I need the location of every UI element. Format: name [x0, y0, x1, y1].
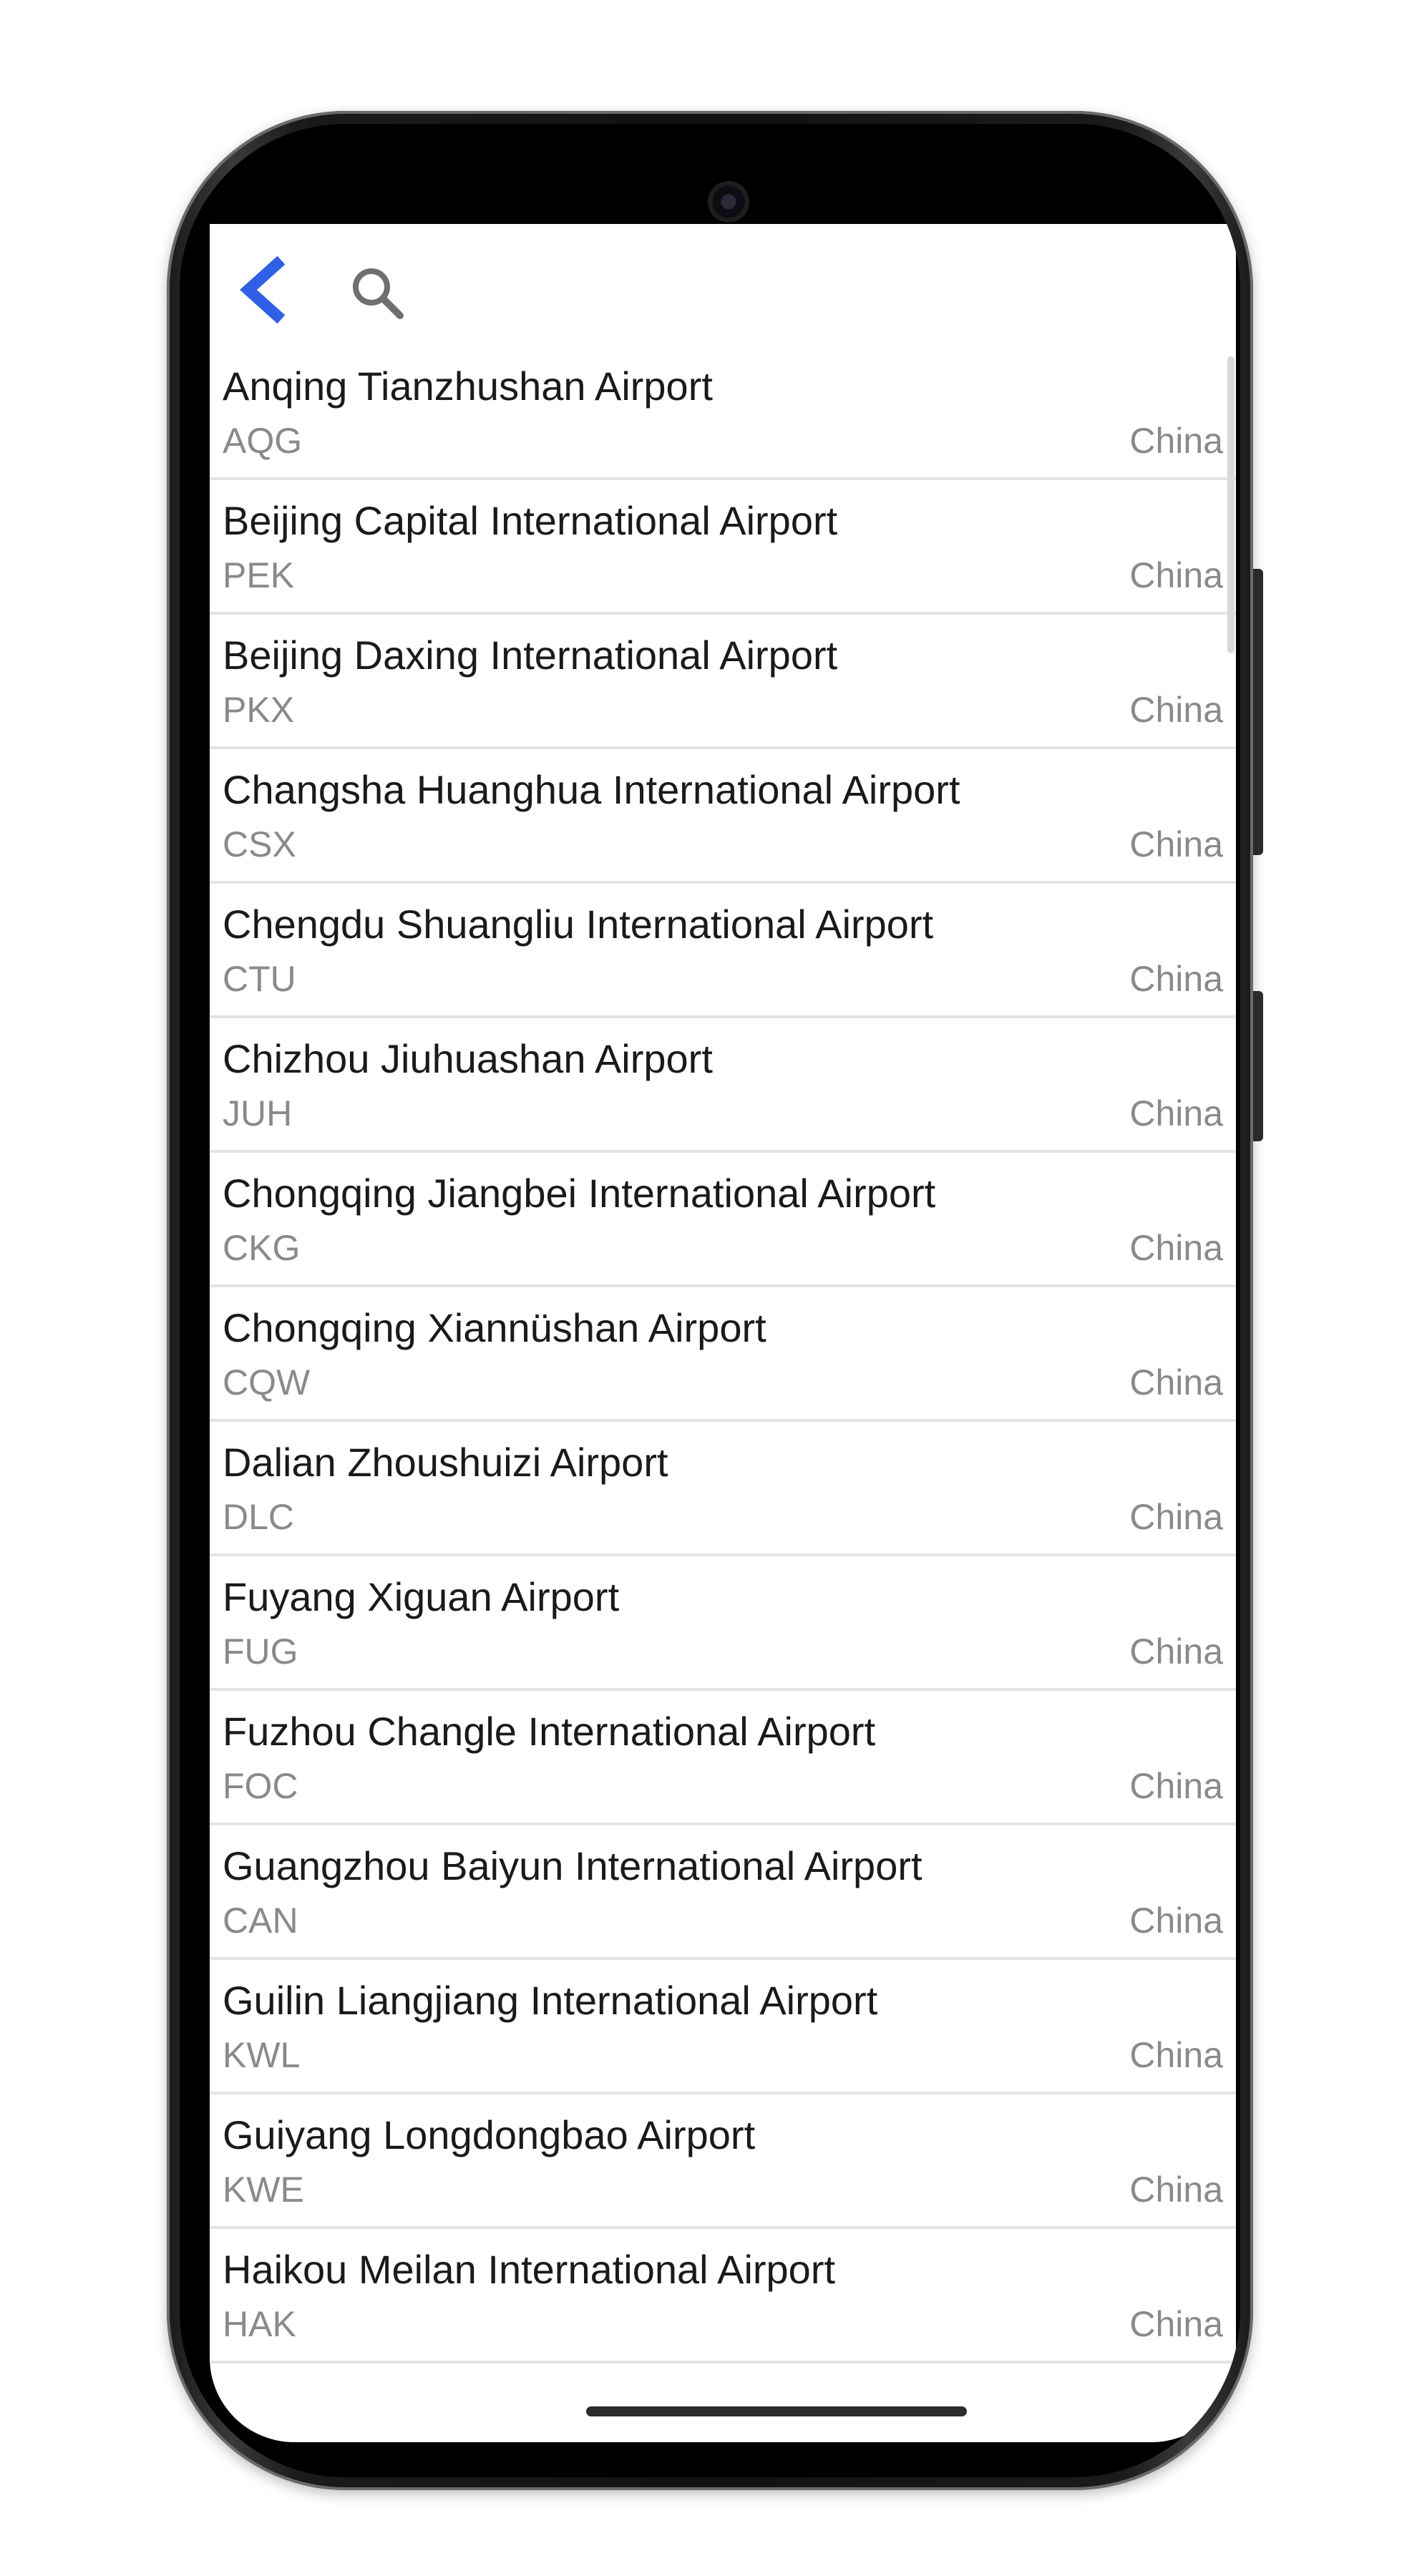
airport-name: Beijing Daxing International Airport: [223, 633, 838, 678]
airport-code: JUH: [223, 1093, 293, 1133]
airport-name: Changsha Huanghua International Airport: [223, 767, 960, 812]
airport-name: Haikou Meilan International Airport: [223, 2247, 836, 2292]
airport-row[interactable]: Chongqing Jiangbei International Airport…: [210, 1153, 1236, 1287]
airport-code: CSX: [223, 824, 296, 864]
phone-frame: Anqing Tianzhushan Airport AQG China Beijin…: [167, 111, 1263, 2490]
power-button: [1253, 991, 1263, 1141]
airport-code: CAN: [223, 1901, 298, 1941]
airport-country: China: [1129, 959, 1223, 999]
airport-name: Beijing Capital International Airport: [223, 498, 838, 543]
top-bar: [210, 224, 1236, 346]
airport-code: KWL: [223, 2035, 301, 2075]
airport-row[interactable]: Haikou Meilan International Airport HAK Ch…: [210, 2229, 1236, 2363]
airport-name: Chengdu Shuangliu International Airport: [223, 902, 934, 947]
screen: Anqing Tianzhushan Airport AQG China Beijin…: [210, 224, 1236, 2442]
airport-row[interactable]: Chizhou Jiuhuashan Airport JUH China: [210, 1018, 1236, 1153]
airport-country: China: [1129, 2304, 1223, 2344]
airport-country: China: [1129, 2170, 1223, 2210]
airport-name: Chongqing Xiannüshan Airport: [223, 1305, 766, 1350]
airport-list: Anqing Tianzhushan Airport AQG China Beijin…: [210, 346, 1236, 2363]
airport-code: HAK: [223, 2304, 296, 2344]
airport-row[interactable]: Guilin Liangjiang International Airport K…: [210, 1960, 1236, 2094]
airport-country: China: [1129, 2035, 1223, 2075]
airport-country: China: [1129, 1901, 1223, 1941]
home-indicator[interactable]: [586, 2406, 967, 2416]
airport-code: CKG: [223, 1228, 301, 1268]
airport-name: Anqing Tianzhushan Airport: [223, 364, 713, 409]
airport-name: Guiyang Longdongbao Airport: [223, 2112, 756, 2157]
airport-code: DLC: [223, 1497, 295, 1537]
airport-row[interactable]: Fuzhou Changle International Airport FOC C…: [210, 1691, 1236, 1825]
airport-name: Guilin Liangjiang International Airport: [223, 1978, 878, 2023]
airport-country: China: [1129, 1228, 1223, 1268]
airport-row[interactable]: Changsha Huanghua International Airport C…: [210, 749, 1236, 884]
airport-row[interactable]: Chongqing Xiannüshan Airport CQW China: [210, 1287, 1236, 1422]
airport-row[interactable]: Beijing Daxing International Airport PKX C…: [210, 615, 1236, 749]
airport-code: CQW: [223, 1362, 311, 1402]
airport-row[interactable]: Beijing Capital International Airport PEK…: [210, 480, 1236, 615]
airport-code: CTU: [223, 959, 296, 999]
airport-row[interactable]: Chengdu Shuangliu International Airport C…: [210, 884, 1236, 1018]
airport-code: KWE: [223, 2170, 304, 2210]
front-camera: [708, 181, 749, 223]
airport-country: China: [1129, 555, 1223, 595]
airport-name: Fuzhou Changle International Airport: [223, 1709, 876, 1754]
airport-country: China: [1129, 1497, 1223, 1537]
volume-button: [1253, 569, 1263, 855]
airport-country: China: [1129, 1362, 1223, 1402]
airport-name: Chongqing Jiangbei International Airport: [223, 1171, 936, 1216]
airport-row[interactable]: Fuyang Xiguan Airport FUG China: [210, 1556, 1236, 1691]
phone-bezel: Anqing Tianzhushan Airport AQG China Beijin…: [180, 124, 1240, 2477]
chevron-left-icon: [240, 255, 286, 324]
airport-code: PKX: [223, 690, 295, 730]
airport-country: China: [1129, 421, 1223, 461]
scrollbar[interactable]: [1227, 356, 1235, 653]
airport-code: FOC: [223, 1766, 298, 1806]
airport-country: China: [1129, 1631, 1223, 1672]
airport-name: Fuyang Xiguan Airport: [223, 1574, 620, 1619]
airport-country: China: [1129, 824, 1223, 864]
airport-row[interactable]: Guangzhou Baiyun International Airport CA…: [210, 1825, 1236, 1960]
canvas: Anqing Tianzhushan Airport AQG China Beijin…: [0, 0, 1417, 2576]
airport-row[interactable]: Anqing Tianzhushan Airport AQG China: [210, 346, 1236, 480]
airport-country: China: [1129, 1093, 1223, 1133]
airport-row[interactable]: Dalian Zhoushuizi Airport DLC China: [210, 1422, 1236, 1556]
airport-country: China: [1129, 1766, 1223, 1806]
airport-name: Dalian Zhoushuizi Airport: [223, 1440, 668, 1485]
search-icon: [353, 268, 404, 319]
airport-code: AQG: [223, 421, 303, 461]
airport-country: China: [1129, 690, 1223, 730]
airport-name: Guangzhou Baiyun International Airport: [223, 1843, 922, 1888]
back-button[interactable]: [230, 254, 294, 326]
search-button[interactable]: [346, 261, 410, 326]
airport-code: FUG: [223, 1631, 298, 1672]
airport-row[interactable]: Guiyang Longdongbao Airport KWE China: [210, 2094, 1236, 2229]
airport-code: PEK: [223, 555, 295, 595]
airport-name: Chizhou Jiuhuashan Airport: [223, 1036, 713, 1081]
